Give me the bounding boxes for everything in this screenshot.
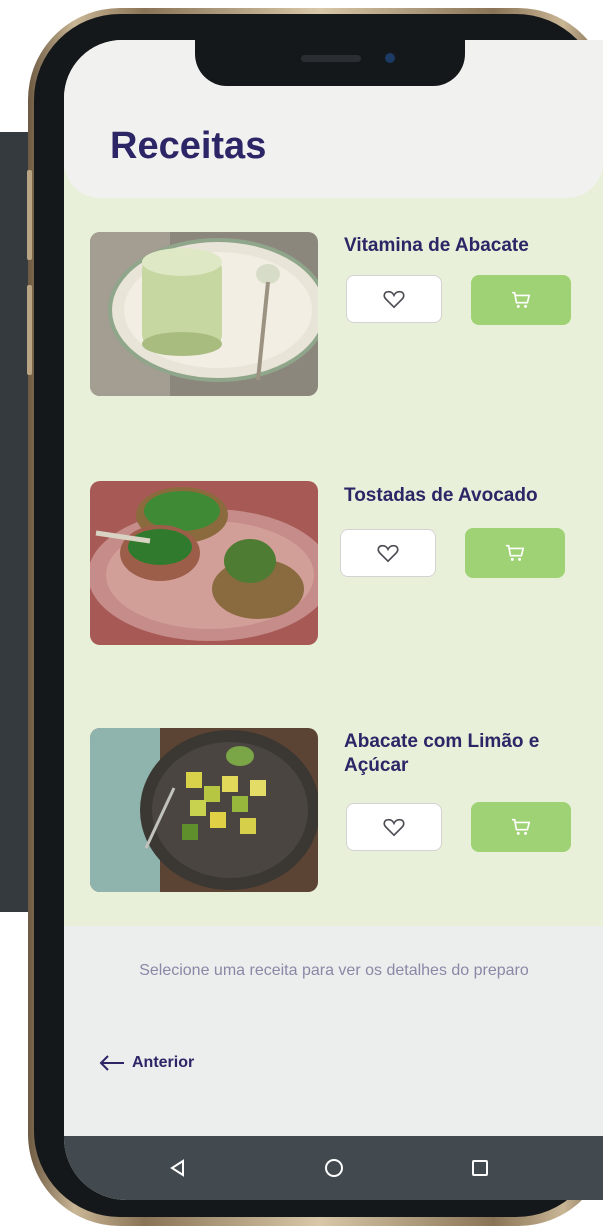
avocado-lime-illustration <box>90 728 318 892</box>
system-navbar <box>64 1136 603 1200</box>
smoothie-illustration <box>90 232 318 396</box>
nav-home-button[interactable] <box>320 1154 348 1182</box>
recipe-title[interactable]: Tostadas de Avocado <box>344 484 574 508</box>
footer: Selecione uma receita para ver os detalh… <box>64 926 603 1136</box>
phone-screen: Receitas Vitamina de Abacate Tostadas de… <box>64 40 603 1200</box>
recipe-card[interactable]: Tostadas de Avocado <box>64 480 603 660</box>
recipe-image-smoothie[interactable] <box>90 232 318 396</box>
cart-icon <box>511 291 531 308</box>
favorite-button[interactable] <box>346 803 442 851</box>
favorite-button[interactable] <box>346 275 442 323</box>
select-recipe-hint: Selecione uma receita para ver os detalh… <box>139 962 529 979</box>
recipe-image-avocado-lime[interactable] <box>90 728 318 892</box>
recipe-image-toast[interactable] <box>90 481 318 645</box>
speaker <box>301 55 361 62</box>
camera <box>385 53 395 63</box>
favorite-button[interactable] <box>340 529 436 577</box>
arrow-left-icon <box>99 1055 124 1071</box>
nav-back-button[interactable] <box>164 1154 192 1182</box>
heart-icon <box>383 290 405 309</box>
heart-icon <box>377 544 399 563</box>
page-title: Receitas <box>110 125 267 167</box>
recipe-card[interactable]: Vitamina de Abacate <box>64 230 603 410</box>
cart-icon <box>511 818 531 835</box>
cart-icon <box>505 544 525 561</box>
heart-icon <box>383 818 405 837</box>
toast-illustration <box>90 481 318 645</box>
previous-label: Anterior <box>132 1054 195 1071</box>
volume-button <box>27 170 32 260</box>
notch <box>195 40 465 86</box>
nav-recents-button[interactable] <box>466 1154 494 1182</box>
volume-button <box>27 285 32 375</box>
home-circle-icon <box>325 1159 343 1177</box>
previous-button[interactable]: Anterior <box>98 1054 194 1072</box>
recipe-title[interactable]: Vitamina de Abacate <box>344 234 574 258</box>
recents-square-icon <box>472 1160 488 1176</box>
back-triangle-icon <box>170 1159 184 1177</box>
recipe-title[interactable]: Abacate com Limão e Açúcar <box>344 730 574 778</box>
add-to-cart-button[interactable] <box>465 528 565 578</box>
recipe-card[interactable]: Abacate com Limão e Açúcar <box>64 726 603 906</box>
add-to-cart-button[interactable] <box>471 802 571 852</box>
add-to-cart-button[interactable] <box>471 275 571 325</box>
